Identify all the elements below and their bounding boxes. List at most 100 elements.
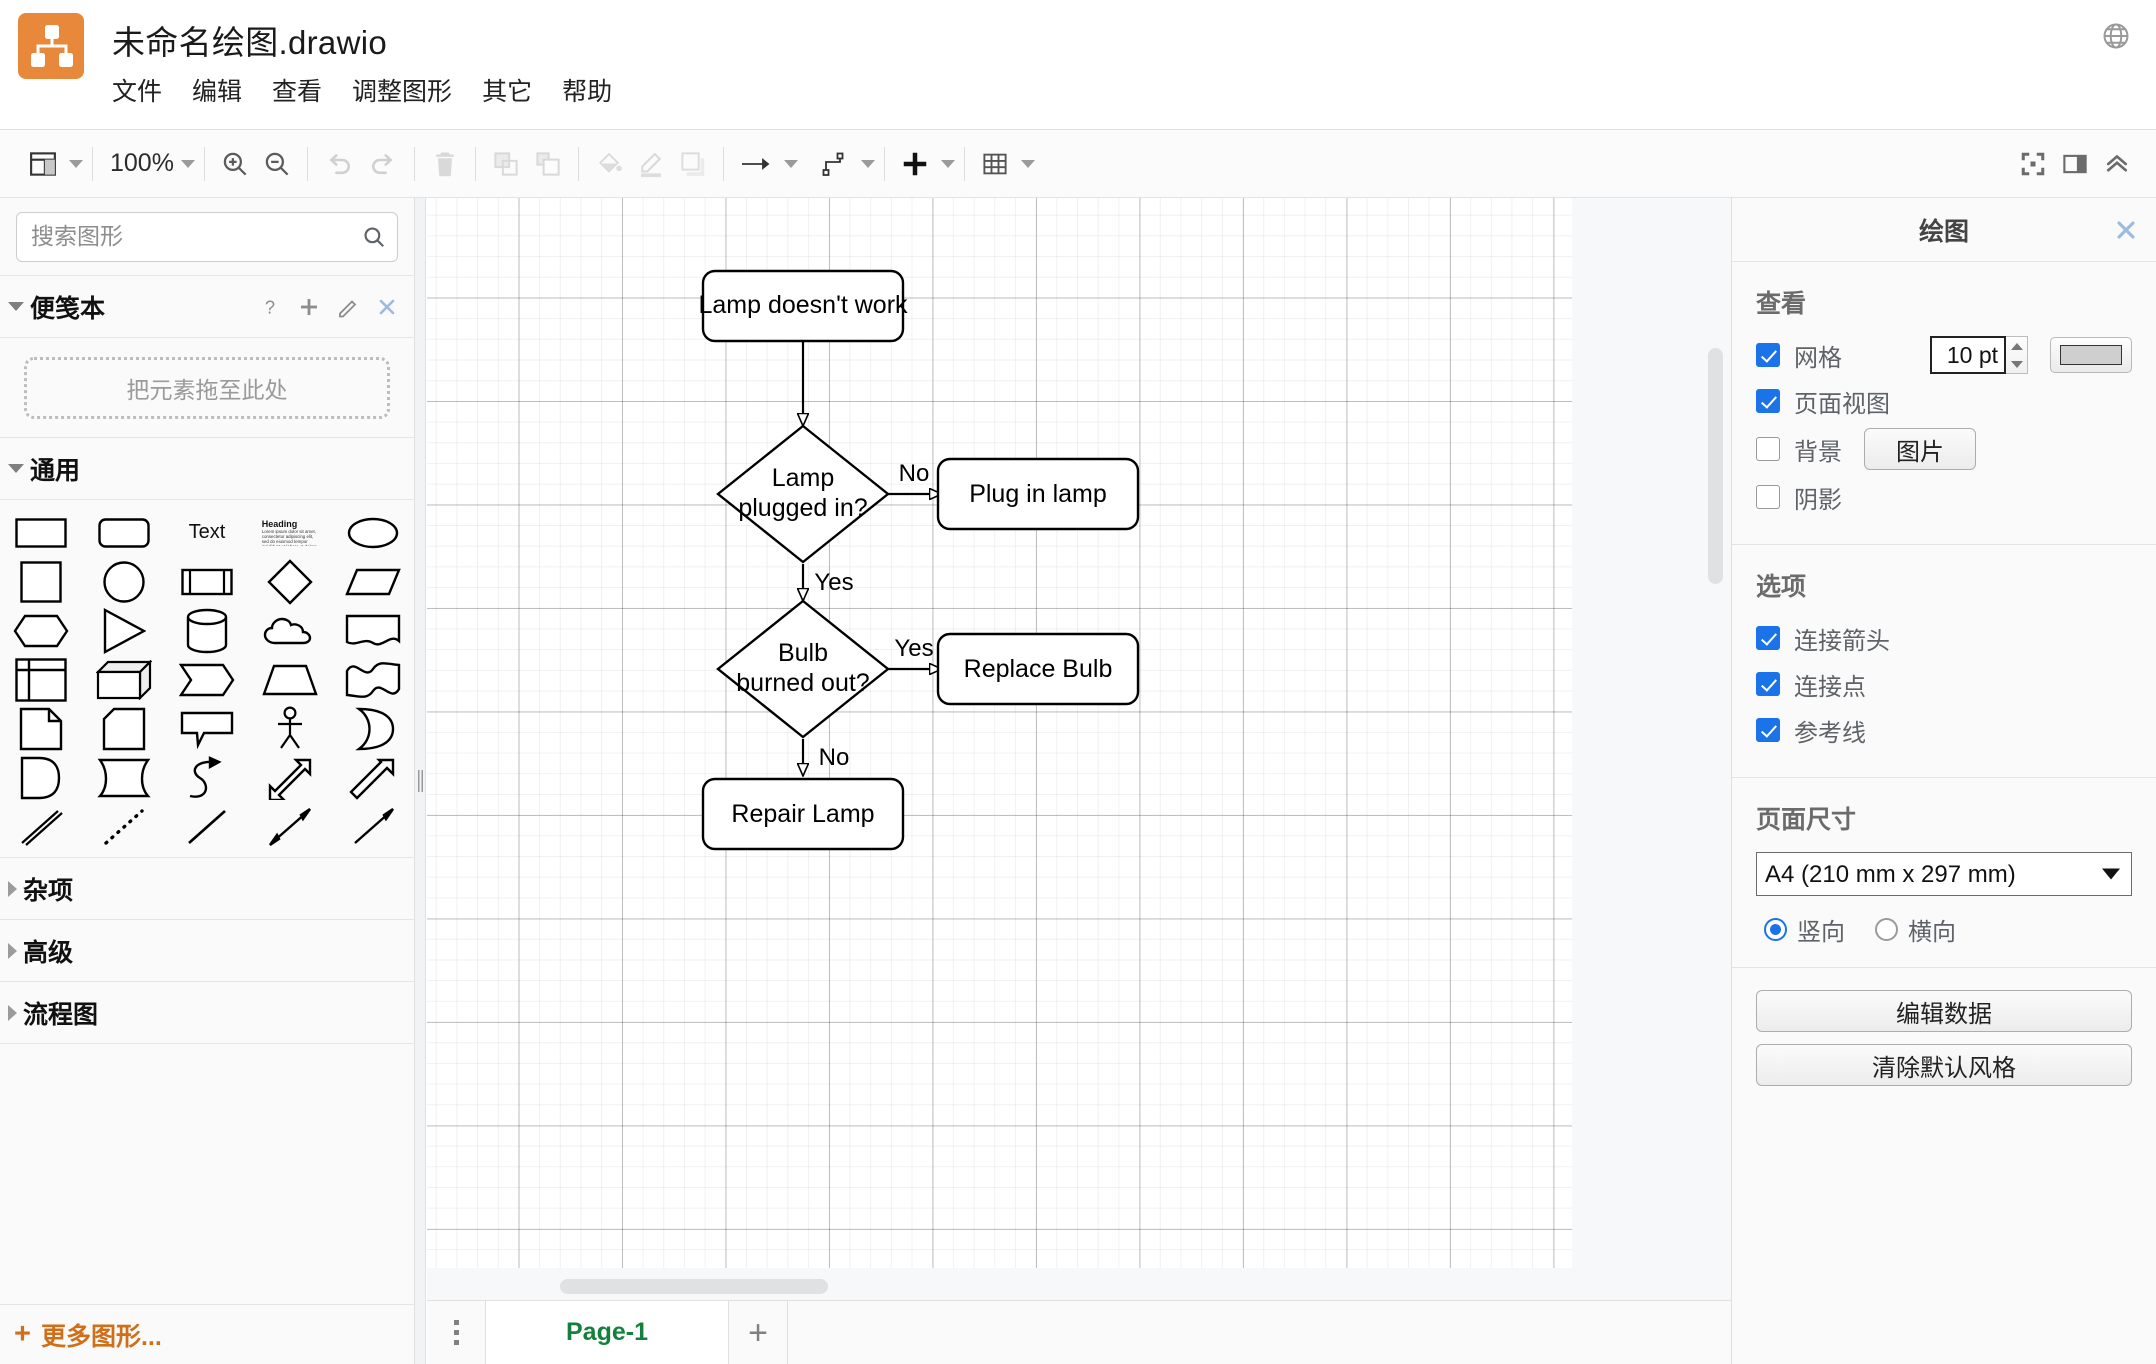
menu-extras[interactable]: 其它 xyxy=(482,72,546,108)
page-sheet[interactable]: Lamp doesn't work Lamp plugged in? Plug … xyxy=(427,198,1572,1268)
undo-icon[interactable] xyxy=(317,141,361,187)
page-tab-page-1[interactable]: Page-1 xyxy=(486,1301,729,1364)
shape-arrow[interactable] xyxy=(331,753,414,802)
zoom-caret-icon[interactable] xyxy=(180,159,195,168)
menu-edit[interactable]: 编辑 xyxy=(192,72,256,108)
shadow-checkbox[interactable] xyxy=(1756,485,1780,509)
portrait-radio[interactable] xyxy=(1764,918,1787,941)
orthogonal-connection-icon[interactable] xyxy=(814,141,856,187)
shape-callout[interactable] xyxy=(166,704,249,753)
shape-internal-storage[interactable] xyxy=(0,655,83,704)
connection-points-checkbox[interactable] xyxy=(1756,672,1780,696)
menu-help[interactable]: 帮助 xyxy=(562,72,626,108)
shape-square[interactable] xyxy=(0,557,83,606)
scratchpad-dropzone[interactable]: 把元素拖至此处 xyxy=(0,338,414,438)
view-layout-caret-icon[interactable] xyxy=(69,159,83,168)
shape-dotted-line[interactable] xyxy=(83,802,166,851)
fullscreen-icon[interactable] xyxy=(2012,141,2054,187)
grid-color-swatch[interactable] xyxy=(2050,337,2132,373)
stepper-up-icon[interactable] xyxy=(2010,342,2023,350)
search-icon[interactable] xyxy=(361,224,387,250)
line-color-icon[interactable] xyxy=(630,141,672,187)
menu-view[interactable]: 查看 xyxy=(272,72,336,108)
background-checkbox[interactable] xyxy=(1756,437,1780,461)
shape-textbox[interactable]: Heading Lorem ipsum dolor sit amet, cons… xyxy=(248,508,331,557)
shape-ellipse[interactable] xyxy=(331,508,414,557)
shape-card[interactable] xyxy=(83,704,166,753)
shadow-icon[interactable] xyxy=(672,141,714,187)
shape-process[interactable] xyxy=(166,557,249,606)
format-panel-icon[interactable] xyxy=(2054,141,2096,187)
search-input[interactable] xyxy=(17,212,397,261)
edit-data-button[interactable]: 编辑数据 xyxy=(1756,990,2132,1032)
guides-checkbox[interactable] xyxy=(1756,718,1780,742)
arrow-connection-caret-icon[interactable] xyxy=(783,159,798,168)
close-icon[interactable] xyxy=(374,294,400,320)
sidebar-splitter[interactable] xyxy=(415,198,426,1364)
send-to-back-icon[interactable] xyxy=(527,141,569,187)
shape-tape[interactable] xyxy=(331,655,414,704)
stepper-down-icon[interactable] xyxy=(2010,360,2023,368)
connection-arrows-checkbox[interactable] xyxy=(1756,626,1780,650)
fill-color-icon[interactable] xyxy=(588,141,630,187)
shape-rectangle[interactable] xyxy=(0,508,83,557)
grid-checkbox[interactable] xyxy=(1756,343,1780,367)
shape-parallelogram[interactable] xyxy=(331,557,414,606)
shape-delay[interactable] xyxy=(0,753,83,802)
shape-note[interactable] xyxy=(0,704,83,753)
search-box[interactable] xyxy=(16,211,398,262)
pencil-icon[interactable] xyxy=(335,294,361,320)
zoom-level-label[interactable]: 100% xyxy=(102,149,176,178)
globe-icon[interactable] xyxy=(2094,14,2138,58)
sidebar-section-scratchpad[interactable]: 便笺本 ? xyxy=(0,276,414,338)
vertical-scrollbar[interactable] xyxy=(1708,348,1723,584)
bring-to-front-icon[interactable] xyxy=(485,141,527,187)
shape-cube[interactable] xyxy=(83,655,166,704)
shape-cloud[interactable] xyxy=(248,606,331,655)
redo-icon[interactable] xyxy=(361,141,405,187)
diagram-canvas[interactable]: Lamp doesn't work Lamp plugged in? Plug … xyxy=(427,198,1731,1300)
shape-triangle[interactable] xyxy=(83,606,166,655)
shape-document[interactable] xyxy=(331,606,414,655)
grid-size-stepper[interactable] xyxy=(2006,336,2028,374)
horizontal-scrollbar[interactable] xyxy=(560,1279,828,1294)
add-page-button[interactable]: + xyxy=(729,1301,788,1364)
shape-double-arrow[interactable] xyxy=(248,753,331,802)
shape-or[interactable] xyxy=(331,704,414,753)
close-icon[interactable] xyxy=(2112,216,2140,244)
plus-icon[interactable] xyxy=(894,141,936,187)
more-shapes-button[interactable]: + 更多图形... xyxy=(0,1304,414,1364)
sidebar-section-misc[interactable]: 杂项 xyxy=(0,858,414,920)
shape-step[interactable] xyxy=(166,655,249,704)
page-view-checkbox[interactable] xyxy=(1756,389,1780,413)
shape-cylinder[interactable] xyxy=(166,606,249,655)
shape-actor[interactable] xyxy=(248,704,331,753)
sidebar-section-flowchart[interactable]: 流程图 xyxy=(0,982,414,1044)
shape-line[interactable] xyxy=(166,802,249,851)
menu-file[interactable]: 文件 xyxy=(112,72,176,108)
shape-directional-arrow[interactable] xyxy=(331,802,414,851)
chevron-up-icon[interactable] xyxy=(2096,141,2138,187)
page-size-select[interactable]: A4 (210 mm x 297 mm) xyxy=(1756,852,2132,896)
question-mark-icon[interactable]: ? xyxy=(257,294,283,320)
shape-rounded-rectangle[interactable] xyxy=(83,508,166,557)
table-caret-icon[interactable] xyxy=(1020,159,1035,168)
shape-data-storage[interactable] xyxy=(83,753,166,802)
landscape-radio[interactable] xyxy=(1875,918,1898,941)
zoom-out-icon[interactable] xyxy=(256,141,298,187)
sidebar-section-advanced[interactable]: 高级 xyxy=(0,920,414,982)
arrow-connection-icon[interactable] xyxy=(733,141,779,187)
view-layout-icon[interactable] xyxy=(22,141,64,187)
grid-size-input[interactable]: 10 pt xyxy=(1930,336,2006,374)
shape-bidirectional-arrow[interactable] xyxy=(248,802,331,851)
insert-caret-icon[interactable] xyxy=(940,159,955,168)
shape-hexagon[interactable] xyxy=(0,606,83,655)
sidebar-section-general[interactable]: 通用 xyxy=(0,438,414,500)
shape-double-line[interactable] xyxy=(0,802,83,851)
page-size-select-wrapper[interactable]: A4 (210 mm x 297 mm) xyxy=(1756,852,2132,896)
clear-default-style-button[interactable]: 清除默认风格 xyxy=(1756,1044,2132,1086)
horizontal-scrollbar-track[interactable] xyxy=(427,1274,1731,1300)
background-image-button[interactable]: 图片 xyxy=(1864,428,1976,470)
plus-icon[interactable] xyxy=(296,294,322,320)
shape-curved-arrow[interactable] xyxy=(166,753,249,802)
